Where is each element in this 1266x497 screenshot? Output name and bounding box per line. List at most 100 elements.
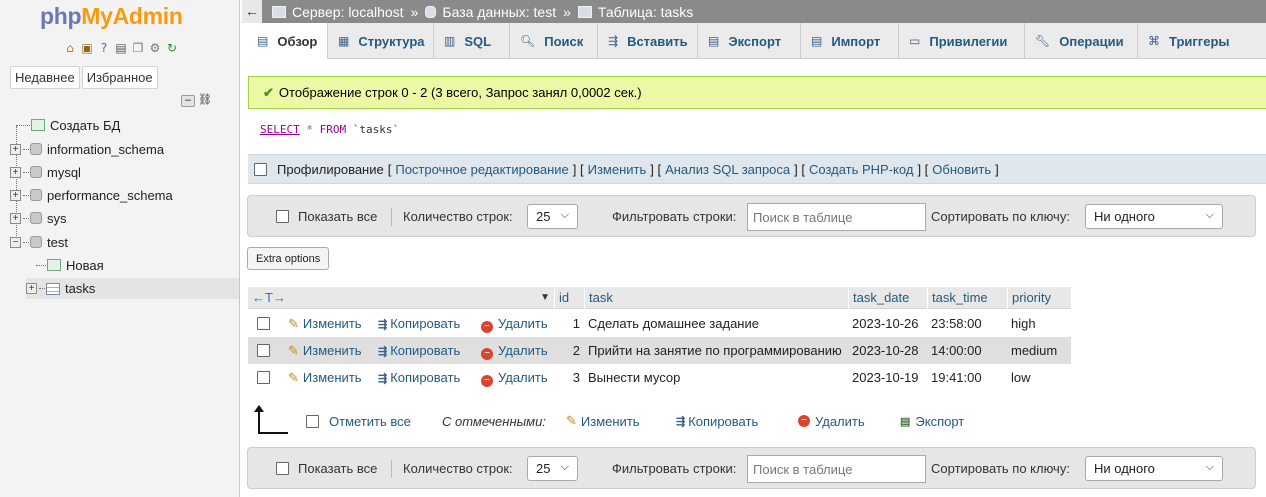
- cell-priority[interactable]: high: [1011, 310, 1036, 337]
- tab-triggers[interactable]: ⌘ Триггеры: [1138, 23, 1266, 59]
- cell-task-time[interactable]: 14:00:00: [931, 337, 982, 364]
- tab-privileges[interactable]: ▭ Привилегии: [899, 23, 1025, 59]
- row-checkbox[interactable]: [257, 317, 270, 330]
- inline-edit-link[interactable]: Построчное редактирование: [395, 162, 568, 177]
- sort-by-key-select[interactable]: Ни одного ⌵: [1085, 204, 1223, 229]
- tree-item-test[interactable]: − test: [10, 232, 68, 252]
- tab-sql[interactable]: ▥ SQL: [434, 23, 510, 59]
- cell-id[interactable]: 2: [558, 337, 580, 364]
- settings-icon[interactable]: ⚙: [147, 40, 163, 56]
- column-header-task[interactable]: task: [584, 287, 848, 309]
- profiling-checkbox[interactable]: [254, 162, 267, 176]
- cell-task[interactable]: Прийти на занятие по программированию: [588, 337, 842, 364]
- expand-icon[interactable]: +: [10, 189, 21, 201]
- tree-item-sys[interactable]: + sys: [10, 208, 67, 228]
- help-icon[interactable]: ?: [96, 40, 112, 56]
- tab-structure[interactable]: ▦ Структура: [328, 23, 434, 59]
- bulk-copy-button[interactable]: ⇶ Копировать: [676, 408, 758, 434]
- expand-icon[interactable]: +: [10, 212, 21, 224]
- show-all-checkbox[interactable]: [276, 209, 289, 223]
- edit-row-link[interactable]: ✎ Изменить: [288, 364, 362, 391]
- bulk-delete-button[interactable]: − Удалить: [798, 408, 865, 434]
- cell-id[interactable]: 3: [558, 364, 580, 391]
- copy-row-link[interactable]: ⇶ Копировать: [378, 337, 460, 364]
- expand-icon[interactable]: +: [26, 283, 37, 294]
- sort-by-key-select[interactable]: Ни одного ⌵: [1085, 456, 1223, 481]
- row-count-select[interactable]: 25 ⌵: [527, 456, 578, 481]
- row-checkbox[interactable]: [257, 371, 270, 384]
- refresh-link[interactable]: Обновить: [932, 162, 991, 177]
- cell-task-time[interactable]: 23:58:00: [931, 310, 982, 337]
- tree-item-information-schema[interactable]: + information_schema: [10, 139, 164, 159]
- column-header-id[interactable]: id: [554, 287, 584, 309]
- reload-icon[interactable]: ↻: [164, 40, 180, 56]
- tree-item-performance-schema[interactable]: + performance_schema: [10, 185, 173, 205]
- delete-row-link[interactable]: − Удалить: [481, 310, 548, 337]
- edit-row-link[interactable]: ✎ Изменить: [288, 337, 362, 364]
- cell-task-date[interactable]: 2023-10-26: [852, 310, 919, 337]
- row-checkbox[interactable]: [257, 344, 270, 357]
- tree-item-tasks[interactable]: + tasks: [26, 278, 239, 299]
- cell-task[interactable]: Сделать домашнее задание: [588, 310, 759, 337]
- home-icon[interactable]: ⌂: [62, 40, 78, 56]
- tree-item-create-db[interactable]: Создать БД: [16, 115, 120, 135]
- filter-rows-input[interactable]: Поиск в таблице: [747, 203, 926, 231]
- edit-row-link[interactable]: ✎ Изменить: [288, 310, 362, 337]
- show-all-control[interactable]: Показать все: [276, 448, 377, 488]
- bulk-edit-button[interactable]: ✎ Изменить: [566, 408, 640, 434]
- cell-task-date[interactable]: 2023-10-28: [852, 337, 919, 364]
- edit-query-link[interactable]: Изменить: [588, 162, 647, 177]
- row-count-select[interactable]: 25 ⌵: [527, 204, 578, 229]
- delete-row-link[interactable]: − Удалить: [481, 364, 548, 391]
- column-header-priority[interactable]: priority: [1007, 287, 1071, 309]
- exit-icon[interactable]: ▣: [79, 40, 95, 56]
- back-button[interactable]: ←: [242, 0, 262, 23]
- show-all-control[interactable]: Показать все: [276, 196, 377, 236]
- check-all-control[interactable]: Отметить все: [306, 408, 411, 434]
- breadcrumb-table[interactable]: Таблица: tasks: [577, 4, 693, 20]
- favorites-tab[interactable]: Избранное: [81, 66, 158, 89]
- breadcrumb-server[interactable]: Сервер: localhost: [272, 4, 404, 20]
- tab-import[interactable]: ▤ Импорт: [801, 23, 899, 59]
- docs-icon[interactable]: ▤: [113, 40, 129, 56]
- cell-priority[interactable]: medium: [1011, 337, 1057, 364]
- expand-icon[interactable]: +: [10, 143, 21, 155]
- cell-task-date[interactable]: 2023-10-19: [852, 364, 919, 391]
- extra-options-button[interactable]: Extra options: [247, 247, 330, 270]
- explain-sql-link[interactable]: Анализ SQL запроса: [665, 162, 790, 177]
- tab-search[interactable]: 🔍︎ Поиск: [510, 23, 598, 59]
- filter-rows-input[interactable]: Поиск в таблице: [747, 455, 926, 483]
- show-all-checkbox[interactable]: [276, 461, 289, 475]
- cell-priority[interactable]: low: [1011, 364, 1031, 391]
- link-icon[interactable]: ⛓: [198, 94, 212, 107]
- collapse-all-icon[interactable]: −: [181, 95, 195, 107]
- copy-row-link[interactable]: ⇶ Копировать: [378, 364, 460, 391]
- sort-by-key-label: Сортировать по ключу:: [931, 460, 1070, 476]
- dropdown-triangle-icon[interactable]: ▼: [540, 287, 550, 309]
- cell-task[interactable]: Вынести мусор: [588, 364, 680, 391]
- copy-icon[interactable]: ❐: [130, 40, 146, 56]
- tree-item-mysql[interactable]: + mysql: [10, 162, 81, 182]
- copy-row-link[interactable]: ⇶ Копировать: [378, 310, 460, 337]
- recent-tab[interactable]: Недавнее: [10, 66, 80, 89]
- column-arrows-header[interactable]: ←T→ ▼: [248, 287, 554, 309]
- bulk-export-button[interactable]: ▤ Экспорт: [900, 408, 964, 434]
- cell-id[interactable]: 1: [558, 310, 580, 337]
- breadcrumb-database[interactable]: База данных: test: [425, 4, 556, 20]
- tab-operations[interactable]: 🔧︎ Операции: [1025, 23, 1138, 59]
- collapse-icon[interactable]: −: [10, 236, 21, 248]
- create-php-code-link[interactable]: Создать PHP-код: [809, 162, 913, 177]
- expand-icon[interactable]: +: [10, 166, 21, 178]
- tab-export[interactable]: ▤ Экспорт: [698, 23, 801, 59]
- column-header-task-time[interactable]: task_time: [927, 287, 1007, 309]
- tab-browse[interactable]: ▤ Обзор: [247, 23, 328, 59]
- phpmyadmin-logo[interactable]: phpMyAdmin: [40, 3, 183, 30]
- column-header-task-date[interactable]: task_date: [848, 287, 927, 309]
- tab-insert[interactable]: ⇶ Вставить: [598, 23, 698, 59]
- check-all-checkbox[interactable]: [306, 414, 319, 428]
- delete-row-link[interactable]: − Удалить: [481, 337, 548, 364]
- cell-task-time[interactable]: 19:41:00: [931, 364, 982, 391]
- pencil-icon: ✎: [288, 316, 299, 331]
- tree-item-new-table[interactable]: Новая: [36, 255, 104, 275]
- triggers-icon: ⌘: [1148, 34, 1160, 48]
